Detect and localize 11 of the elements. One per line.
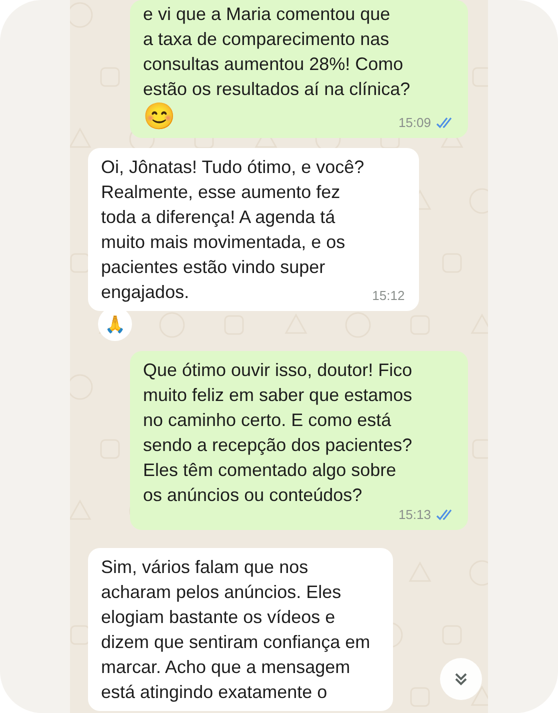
- message-time: 15:12: [372, 287, 405, 305]
- message-text: Que ótimo ouvir isso, doutor! Fico muito feliz em saber que estamos no caminho certo. E como está sendo a recepção dos pacientes? Eles têm comentado algo sobre os anúncios ou conteúdos?: [143, 359, 412, 507]
- double-check-icon: [436, 509, 454, 521]
- message-time: 15:09: [398, 114, 431, 132]
- message-text: e vi que a Maria comentou que a taxa de comparecimento nas consultas aumentou 28%! Como estão os resultados aí na clínica?: [143, 3, 410, 101]
- message-time: 15:13: [398, 506, 431, 524]
- chevrons-down-icon: [453, 671, 469, 687]
- double-check-icon: [436, 117, 454, 129]
- message-text: Sim, vários falam que nos acharam pelos anúncios. Eles elogiam bastante os vídeos e dizem que sentiram confiança em marcar. Acho que a mensagem está atingindo exatamente o: [101, 556, 370, 704]
- emoji: 😊: [143, 100, 175, 132]
- message-text: Oi, Jônatas! Tudo ótimo, e você? Realmente, esse aumento fez toda a diferença! A agenda tá muito mais movimentada, e os pacientes estão vindo super engajados.: [101, 156, 364, 304]
